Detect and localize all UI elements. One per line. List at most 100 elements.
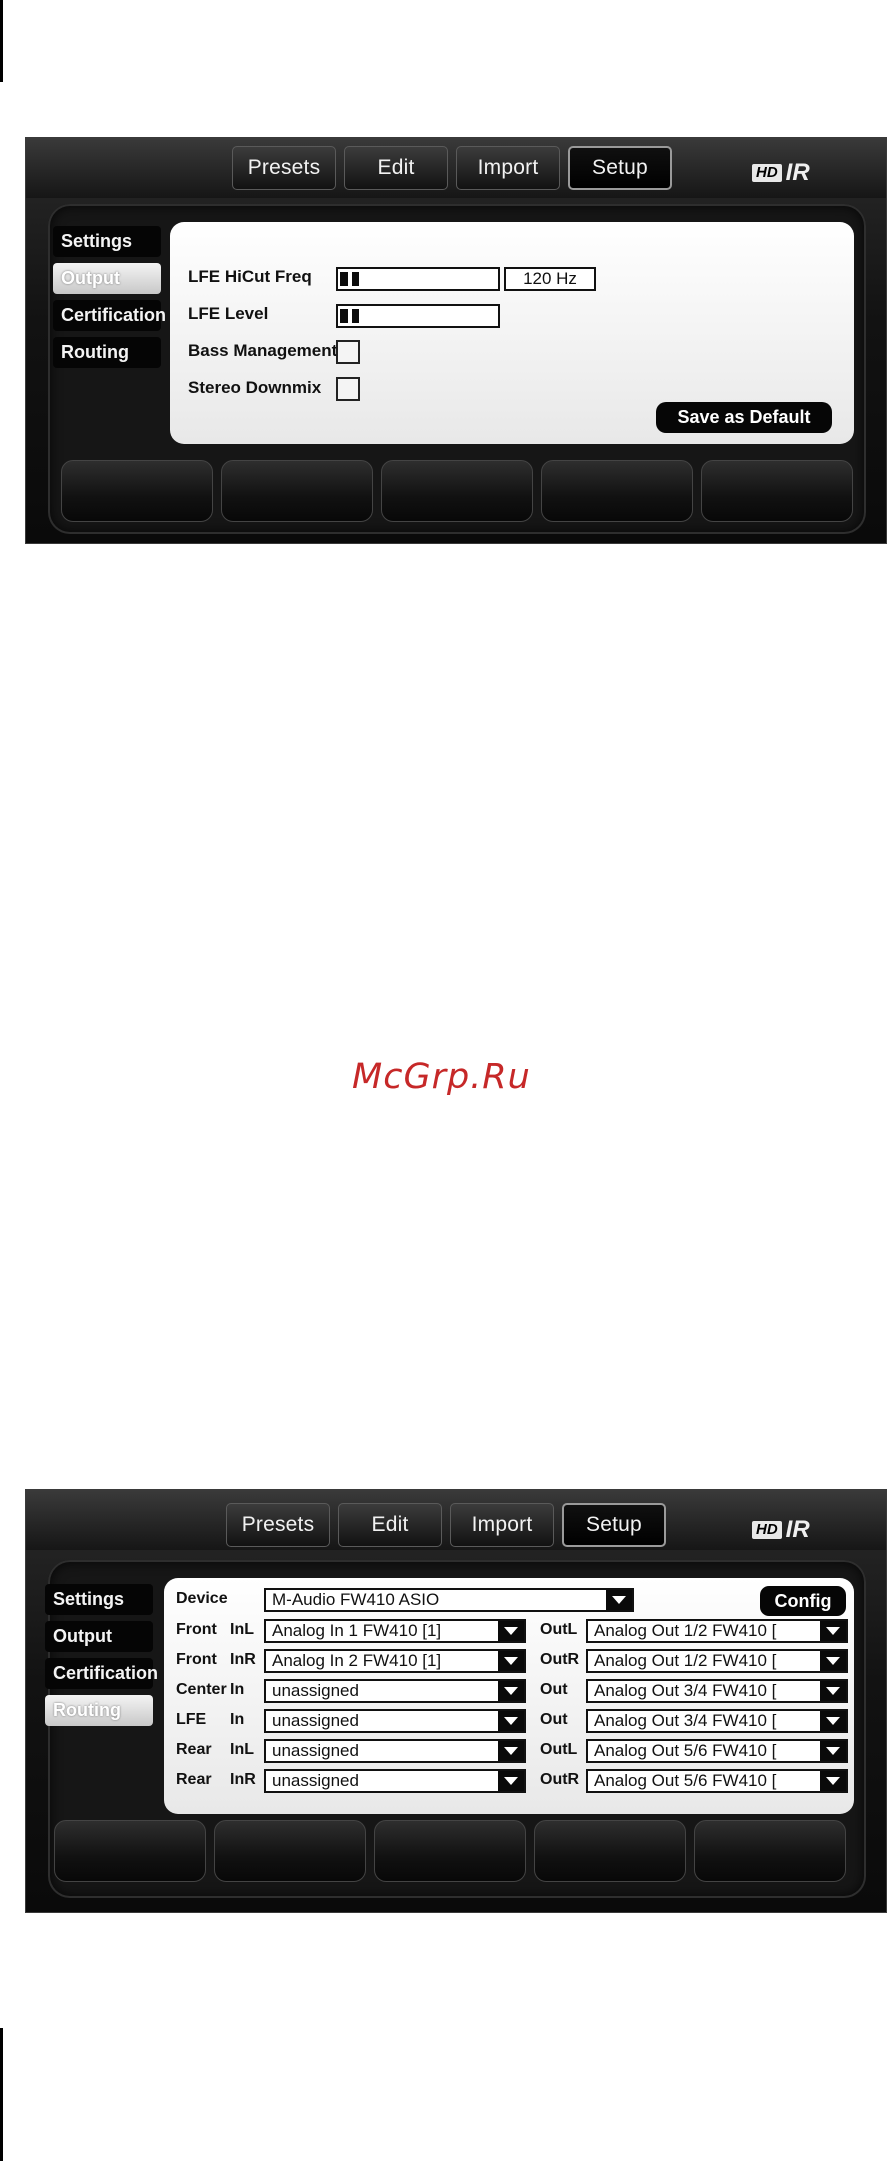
chevron-down-icon [820, 1741, 846, 1761]
chevron-down-icon [498, 1621, 524, 1641]
watermark-text: McGrp.Ru [352, 1057, 531, 1097]
input-dropdown-value: unassigned [272, 1681, 359, 1700]
soft-pad-4[interactable] [534, 1820, 686, 1882]
lfe-hicut-label: LFE HiCut Freq [188, 267, 312, 286]
output-side-label: OutR [540, 1651, 580, 1668]
input-dropdown-value: unassigned [272, 1771, 359, 1790]
chevron-down-icon [820, 1771, 846, 1791]
input-side-label: InL [230, 1741, 254, 1758]
output-dropdown-value: Analog Out 3/4 FW410 [ [594, 1681, 777, 1700]
input-dropdown[interactable]: unassigned [264, 1739, 526, 1763]
chevron-down-icon [820, 1681, 846, 1701]
soft-pad-4[interactable] [541, 460, 693, 522]
nav-setup-button[interactable]: Setup [562, 1503, 666, 1547]
stereo-downmix-checkbox[interactable] [336, 377, 360, 401]
device-dropdown[interactable]: M-Audio FW410 ASIO [264, 1588, 634, 1612]
nav-presets-button[interactable]: Presets [232, 146, 336, 190]
device-value: M-Audio FW410 ASIO [272, 1590, 440, 1609]
input-dropdown[interactable]: unassigned [264, 1679, 526, 1703]
bass-management-checkbox[interactable] [336, 340, 360, 364]
input-side-label: In [230, 1681, 245, 1698]
soft-pad-2[interactable] [214, 1820, 366, 1882]
output-dropdown-value: Analog Out 3/4 FW410 [ [594, 1711, 777, 1730]
lfe-hicut-value: 120 Hz [504, 267, 596, 291]
output-dropdown[interactable]: Analog Out 5/6 FW410 [ [586, 1739, 848, 1763]
routing-screenshot-panel: Presets Edit Import Setup HD IR Settings… [25, 1489, 887, 1913]
channel-label: Rear [176, 1741, 212, 1758]
output-dropdown[interactable]: Analog Out 5/6 FW410 [ [586, 1769, 848, 1793]
lfe-hicut-thumb[interactable] [348, 272, 352, 286]
nav-setup-button[interactable]: Setup [568, 146, 672, 190]
soft-pad-2[interactable] [221, 460, 373, 522]
routing-content: Device M-Audio FW410 ASIO Config Front In… [164, 1578, 854, 1814]
nav-edit-button[interactable]: Edit [344, 146, 448, 190]
device-label: Device [176, 1590, 228, 1607]
channel-label: Rear [176, 1771, 212, 1788]
input-dropdown[interactable]: Analog In 1 FW410 [1] [264, 1619, 526, 1643]
sidebar-item-settings[interactable]: Settings [53, 226, 161, 257]
sidebar-item-output[interactable]: Output [53, 263, 161, 294]
soft-pad-1[interactable] [54, 1820, 206, 1882]
soft-pad-5[interactable] [701, 460, 853, 522]
lfe-level-thumb[interactable] [348, 309, 352, 323]
stereo-downmix-label: Stereo Downmix [188, 378, 322, 397]
output-dropdown[interactable]: Analog Out 3/4 FW410 [ [586, 1709, 848, 1733]
output-dropdown[interactable]: Analog Out 1/2 FW410 [ [586, 1649, 848, 1673]
output-dropdown-value: Analog Out 1/2 FW410 [ [594, 1651, 777, 1670]
chevron-down-icon [820, 1651, 846, 1671]
channel-label: LFE [176, 1711, 207, 1728]
output-side-label: Out [540, 1681, 568, 1698]
logo-hd: HD [752, 1521, 782, 1539]
output-side-label: OutL [540, 1621, 578, 1638]
input-dropdown[interactable]: unassigned [264, 1769, 526, 1793]
output-dropdown-value: Analog Out 5/6 FW410 [ [594, 1741, 777, 1760]
lfe-level-label: LFE Level [188, 304, 269, 323]
soft-pad-1[interactable] [61, 460, 213, 522]
channel-label: Front [176, 1651, 217, 1668]
input-side-label: In [230, 1711, 245, 1728]
sidebar-item-certification[interactable]: Certification [45, 1658, 158, 1689]
soft-pad-3[interactable] [381, 460, 533, 522]
chevron-down-icon [498, 1741, 524, 1761]
save-as-default-button[interactable]: Save as Default [656, 402, 832, 433]
input-dropdown-value: unassigned [272, 1741, 359, 1760]
output-side-label: Out [540, 1711, 568, 1728]
hdir-logo: HD IR [752, 159, 810, 187]
input-side-label: InR [230, 1771, 256, 1788]
output-side-label: OutR [540, 1771, 580, 1788]
logo-ir: IR [785, 159, 810, 186]
chevron-down-icon [498, 1651, 524, 1671]
nav-import-button[interactable]: Import [456, 146, 560, 190]
sidebar-item-routing[interactable]: Routing [45, 1695, 153, 1726]
logo-hd: HD [752, 164, 782, 182]
hdir-logo: HD IR [752, 1516, 810, 1544]
output-dropdown[interactable]: Analog Out 1/2 FW410 [ [586, 1619, 848, 1643]
output-side-label: OutL [540, 1741, 578, 1758]
page-edge-mark-bottom [0, 2028, 3, 2161]
soft-pads [54, 1820, 846, 1882]
nav-edit-button[interactable]: Edit [338, 1503, 442, 1547]
output-dropdown[interactable]: Analog Out 3/4 FW410 [ [586, 1679, 848, 1703]
lfe-hicut-slider[interactable] [336, 267, 500, 291]
lfe-level-slider[interactable] [336, 304, 500, 328]
soft-pad-5[interactable] [694, 1820, 846, 1882]
input-side-label: InR [230, 1651, 256, 1668]
nav-import-button[interactable]: Import [450, 1503, 554, 1547]
chevron-down-icon [498, 1681, 524, 1701]
sidebar: Settings Output Certification Routing [45, 1584, 158, 1726]
sidebar-item-routing[interactable]: Routing [53, 337, 161, 368]
channel-label: Front [176, 1621, 217, 1638]
nav-presets-button[interactable]: Presets [226, 1503, 330, 1547]
soft-pad-3[interactable] [374, 1820, 526, 1882]
sidebar-item-certification[interactable]: Certification [53, 300, 166, 331]
input-dropdown[interactable]: Analog In 2 FW410 [1] [264, 1649, 526, 1673]
input-dropdown[interactable]: unassigned [264, 1709, 526, 1733]
top-nav: Presets Edit Import Setup [226, 1503, 666, 1547]
config-button[interactable]: Config [760, 1586, 846, 1616]
output-dropdown-value: Analog Out 1/2 FW410 [ [594, 1621, 777, 1640]
sidebar-item-settings[interactable]: Settings [45, 1584, 153, 1615]
input-side-label: InL [230, 1621, 254, 1638]
soft-pads [61, 460, 853, 522]
input-dropdown-value: Analog In 2 FW410 [1] [272, 1651, 442, 1670]
sidebar-item-output[interactable]: Output [45, 1621, 153, 1652]
